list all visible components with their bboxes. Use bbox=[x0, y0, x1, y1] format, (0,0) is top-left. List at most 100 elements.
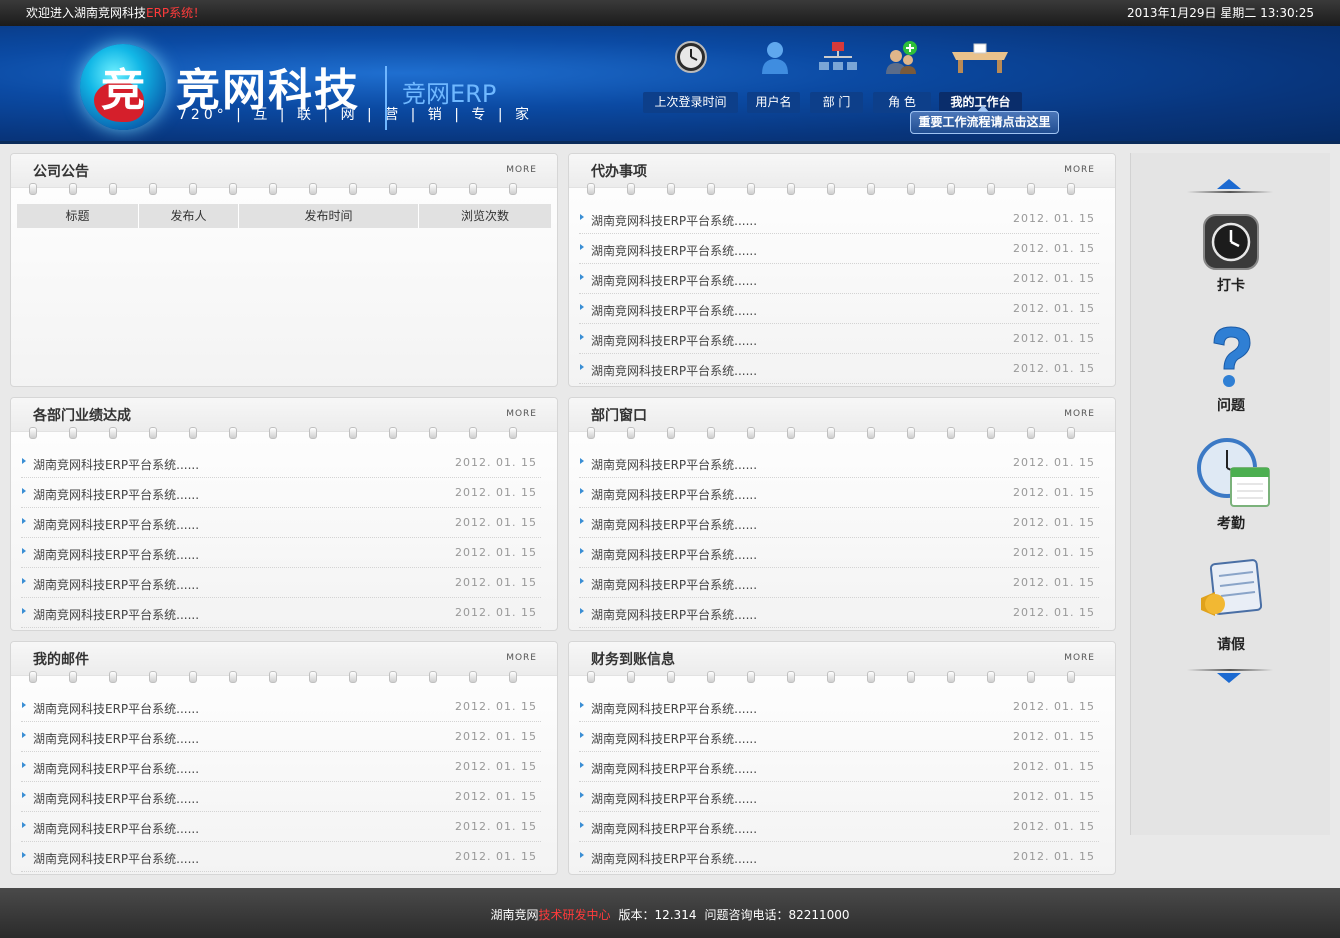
binder-ring bbox=[389, 427, 397, 439]
list-item[interactable]: 湖南竞网科技ERP平台系统...... 2012. 01. 15 bbox=[579, 508, 1099, 538]
list-item-title[interactable]: 湖南竞网科技ERP平台系统...... bbox=[591, 576, 757, 593]
list-item[interactable]: 湖南竞网科技ERP平台系统...... 2012. 01. 15 bbox=[21, 812, 541, 842]
list-item[interactable]: 湖南竞网科技ERP平台系统...... 2012. 01. 15 bbox=[21, 598, 541, 628]
list-item-title[interactable]: 湖南竞网科技ERP平台系统...... bbox=[33, 516, 199, 533]
list-item[interactable]: 湖南竞网科技ERP平台系统...... 2012. 01. 15 bbox=[579, 234, 1099, 264]
column-header-publish-time[interactable]: 发布时间 bbox=[239, 204, 419, 228]
list-item-title[interactable]: 湖南竞网科技ERP平台系统...... bbox=[33, 576, 199, 593]
list-item-title[interactable]: 湖南竞网科技ERP平台系统...... bbox=[33, 730, 199, 747]
list-item-title[interactable]: 湖南竞网科技ERP平台系统...... bbox=[591, 820, 757, 837]
list-item-title[interactable]: 湖南竞网科技ERP平台系统...... bbox=[33, 700, 199, 717]
binder-ring bbox=[69, 671, 77, 683]
list-item[interactable]: 湖南竞网科技ERP平台系统...... 2012. 01. 15 bbox=[21, 568, 541, 598]
list-item-title[interactable]: 湖南竞网科技ERP平台系统...... bbox=[33, 606, 199, 623]
binder-ring bbox=[1027, 183, 1035, 195]
list-item[interactable]: 湖南竞网科技ERP平台系统...... 2012. 01. 15 bbox=[21, 692, 541, 722]
bullet-arrow-icon bbox=[580, 822, 584, 828]
list-item-title[interactable]: 湖南竞网科技ERP平台系统...... bbox=[33, 850, 199, 867]
nav-last-login[interactable]: 上次登录时间 bbox=[643, 92, 738, 113]
column-header-views[interactable]: 浏览次数 bbox=[419, 204, 551, 228]
workflow-tooltip[interactable]: 重要工作流程请点击这里 bbox=[910, 105, 1059, 134]
list-item[interactable]: 湖南竞网科技ERP平台系统...... 2012. 01. 15 bbox=[579, 692, 1099, 722]
list-item-title[interactable]: 湖南竞网科技ERP平台系统...... bbox=[591, 242, 757, 259]
column-header-publisher[interactable]: 发布人 bbox=[139, 204, 239, 228]
list-item-title[interactable]: 湖南竞网科技ERP平台系统...... bbox=[591, 332, 757, 349]
header-banner: 竞 竞网科技 720° | 互 | 联 | 网 | 营 | 销 | 专 | 家 … bbox=[0, 26, 1340, 144]
nav-role[interactable]: 角 色 bbox=[873, 92, 931, 113]
list-item-title[interactable]: 湖南竞网科技ERP平台系统...... bbox=[33, 456, 199, 473]
user-icon[interactable] bbox=[760, 40, 790, 76]
nav-department[interactable]: 部 门 bbox=[810, 92, 863, 113]
list-item[interactable]: 湖南竞网科技ERP平台系统...... 2012. 01. 15 bbox=[579, 842, 1099, 872]
list-item-title[interactable]: 湖南竞网科技ERP平台系统...... bbox=[33, 820, 199, 837]
list-item-title[interactable]: 湖南竞网科技ERP平台系统...... bbox=[591, 730, 757, 747]
list-item-title[interactable]: 湖南竞网科技ERP平台系统...... bbox=[591, 700, 757, 717]
sidebar-item-clock-in[interactable]: 打卡 bbox=[1181, 213, 1281, 295]
role-add-icon[interactable] bbox=[884, 40, 920, 74]
desk-icon[interactable] bbox=[950, 40, 1010, 74]
list-item-title[interactable]: 湖南竞网科技ERP平台系统...... bbox=[591, 516, 757, 533]
list-item[interactable]: 湖南竞网科技ERP平台系统...... 2012. 01. 15 bbox=[579, 354, 1099, 384]
list-item-title[interactable]: 湖南竞网科技ERP平台系统...... bbox=[591, 790, 757, 807]
column-header-title[interactable]: 标题 bbox=[17, 204, 139, 228]
list-item-date: 2012. 01. 15 bbox=[455, 516, 537, 529]
binder-ring bbox=[1027, 427, 1035, 439]
scroll-up-arrow-icon[interactable] bbox=[1217, 179, 1241, 189]
bullet-arrow-icon bbox=[22, 762, 26, 768]
more-link[interactable]: MORE bbox=[1064, 165, 1095, 175]
sidebar-item-question[interactable]: 问题 bbox=[1181, 325, 1281, 414]
org-chart-icon[interactable] bbox=[818, 40, 858, 74]
list-item[interactable]: 湖南竞网科技ERP平台系统...... 2012. 01. 15 bbox=[579, 812, 1099, 842]
binder-ring bbox=[747, 427, 755, 439]
list-item[interactable]: 湖南竞网科技ERP平台系统...... 2012. 01. 15 bbox=[579, 538, 1099, 568]
scroll-down-arrow-icon[interactable] bbox=[1217, 673, 1241, 683]
list-item[interactable]: 湖南竞网科技ERP平台系统...... 2012. 01. 15 bbox=[21, 782, 541, 812]
list-item-date: 2012. 01. 15 bbox=[1013, 242, 1095, 255]
list-item-title[interactable]: 湖南竞网科技ERP平台系统...... bbox=[591, 546, 757, 563]
panel-dept-window: 部门窗口 MORE 湖南竞网科技ERP平台系统...... 2012. 01. 1… bbox=[568, 397, 1116, 631]
list-item-title[interactable]: 湖南竞网科技ERP平台系统...... bbox=[33, 790, 199, 807]
list-item-title[interactable]: 湖南竞网科技ERP平台系统...... bbox=[591, 850, 757, 867]
list-item[interactable]: 湖南竞网科技ERP平台系统...... 2012. 01. 15 bbox=[579, 478, 1099, 508]
list-item[interactable]: 湖南竞网科技ERP平台系统...... 2012. 01. 15 bbox=[579, 204, 1099, 234]
list-item-title[interactable]: 湖南竞网科技ERP平台系统...... bbox=[591, 606, 757, 623]
list-item[interactable]: 湖南竞网科技ERP平台系统...... 2012. 01. 15 bbox=[579, 568, 1099, 598]
list-item[interactable]: 湖南竞网科技ERP平台系统...... 2012. 01. 15 bbox=[21, 448, 541, 478]
more-link[interactable]: MORE bbox=[1064, 653, 1095, 663]
list-item[interactable]: 湖南竞网科技ERP平台系统...... 2012. 01. 15 bbox=[579, 264, 1099, 294]
more-link[interactable]: MORE bbox=[506, 653, 537, 663]
list-item-title[interactable]: 湖南竞网科技ERP平台系统...... bbox=[591, 212, 757, 229]
list-item-title[interactable]: 湖南竞网科技ERP平台系统...... bbox=[591, 486, 757, 503]
list-item-title[interactable]: 湖南竞网科技ERP平台系统...... bbox=[591, 362, 757, 379]
more-link[interactable]: MORE bbox=[1064, 409, 1095, 419]
more-link[interactable]: MORE bbox=[506, 165, 537, 175]
list-item-title[interactable]: 湖南竞网科技ERP平台系统...... bbox=[591, 456, 757, 473]
sidebar-item-leave[interactable]: 请假 bbox=[1181, 558, 1281, 653]
list-item[interactable]: 湖南竞网科技ERP平台系统...... 2012. 01. 15 bbox=[579, 294, 1099, 324]
list-item[interactable]: 湖南竞网科技ERP平台系统...... 2012. 01. 15 bbox=[21, 538, 541, 568]
binder-ring bbox=[787, 671, 795, 683]
list-item[interactable]: 湖南竞网科技ERP平台系统...... 2012. 01. 15 bbox=[579, 598, 1099, 628]
sidebar-item-attendance[interactable]: 考勤 bbox=[1181, 438, 1281, 532]
list-item[interactable]: 湖南竞网科技ERP平台系统...... 2012. 01. 15 bbox=[579, 752, 1099, 782]
list-item[interactable]: 湖南竞网科技ERP平台系统...... 2012. 01. 15 bbox=[21, 508, 541, 538]
list-item-title[interactable]: 湖南竞网科技ERP平台系统...... bbox=[33, 486, 199, 503]
list-item[interactable]: 湖南竞网科技ERP平台系统...... 2012. 01. 15 bbox=[579, 448, 1099, 478]
more-link[interactable]: MORE bbox=[506, 409, 537, 419]
list-item[interactable]: 湖南竞网科技ERP平台系统...... 2012. 01. 15 bbox=[21, 842, 541, 872]
binder-ring bbox=[707, 671, 715, 683]
clock-icon[interactable] bbox=[674, 40, 708, 74]
list-item[interactable]: 湖南竞网科技ERP平台系统...... 2012. 01. 15 bbox=[579, 324, 1099, 354]
list-item[interactable]: 湖南竞网科技ERP平台系统...... 2012. 01. 15 bbox=[21, 722, 541, 752]
list-item-date: 2012. 01. 15 bbox=[1013, 332, 1095, 345]
list-item[interactable]: 湖南竞网科技ERP平台系统...... 2012. 01. 15 bbox=[579, 722, 1099, 752]
list-item-title[interactable]: 湖南竞网科技ERP平台系统...... bbox=[591, 760, 757, 777]
list-item-title[interactable]: 湖南竞网科技ERP平台系统...... bbox=[33, 760, 199, 777]
list-item-title[interactable]: 湖南竞网科技ERP平台系统...... bbox=[591, 272, 757, 289]
list-item-title[interactable]: 湖南竞网科技ERP平台系统...... bbox=[591, 302, 757, 319]
list-item-title[interactable]: 湖南竞网科技ERP平台系统...... bbox=[33, 546, 199, 563]
nav-username[interactable]: 用户名 bbox=[747, 92, 800, 113]
list-item[interactable]: 湖南竞网科技ERP平台系统...... 2012. 01. 15 bbox=[21, 478, 541, 508]
list-item[interactable]: 湖南竞网科技ERP平台系统...... 2012. 01. 15 bbox=[21, 752, 541, 782]
list-item[interactable]: 湖南竞网科技ERP平台系统...... 2012. 01. 15 bbox=[579, 782, 1099, 812]
